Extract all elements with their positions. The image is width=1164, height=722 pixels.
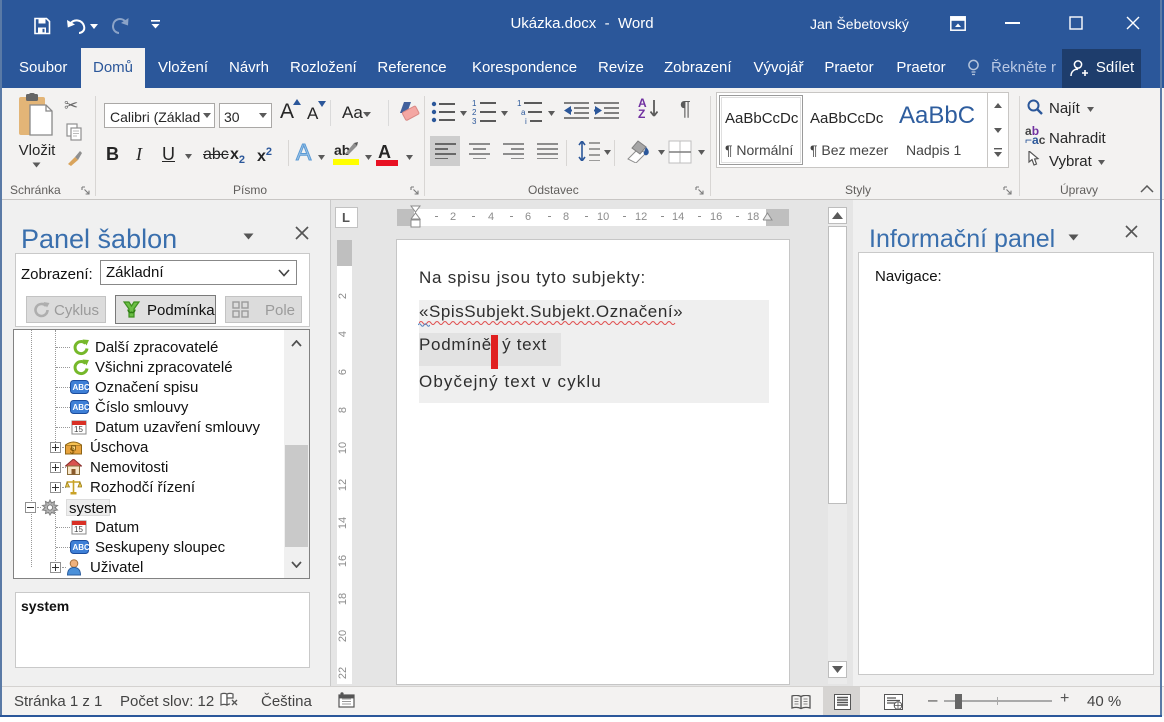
svg-text:ABC: ABC: [73, 403, 90, 412]
svg-text:15: 15: [74, 425, 83, 434]
svg-text:ABC: ABC: [73, 543, 90, 552]
svg-text:1: 1: [472, 99, 477, 108]
svg-text:ABC: ABC: [73, 383, 90, 392]
svg-text:1: 1: [517, 99, 522, 108]
svg-text:$: $: [70, 447, 75, 456]
svg-text:a: a: [521, 108, 526, 117]
svg-text:2: 2: [472, 108, 477, 117]
svg-text:3: 3: [472, 117, 477, 124]
svg-text:i: i: [525, 117, 527, 124]
svg-text:15: 15: [74, 525, 83, 534]
